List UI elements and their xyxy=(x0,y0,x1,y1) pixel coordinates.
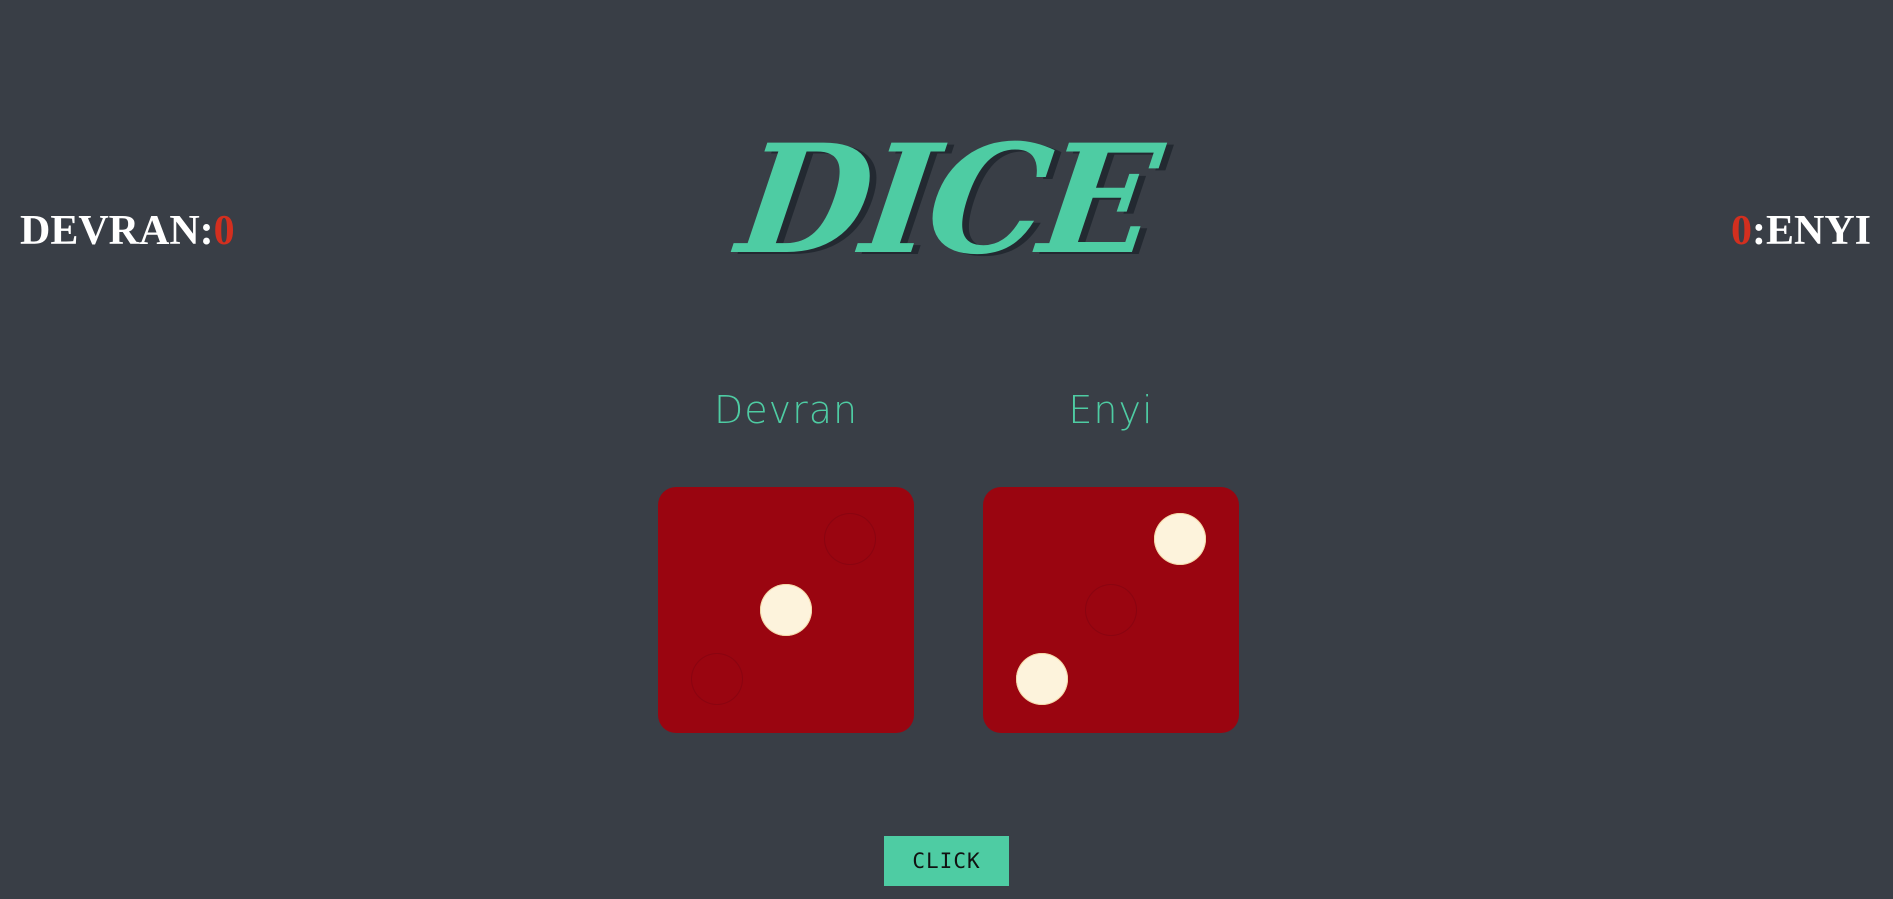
dice-game-page: DEVRAN:0 DICE 0:ENYI Devran Enyi CLICK xyxy=(0,0,1893,899)
score-enyi: 0:ENYI xyxy=(1731,205,1871,257)
die-pip xyxy=(1154,512,1207,565)
die-pip xyxy=(691,653,743,705)
score-enyi-value: 0 xyxy=(1730,208,1752,254)
die-devran xyxy=(658,487,914,733)
die-pip xyxy=(824,513,876,565)
page-title: DICE xyxy=(729,112,1164,288)
player-name-enyi: Enyi xyxy=(1068,388,1154,432)
die-pip xyxy=(760,584,812,636)
roll-dice-button[interactable]: CLICK xyxy=(884,836,1009,886)
die-pip xyxy=(1015,652,1068,705)
score-enyi-label: :ENYI xyxy=(1751,208,1871,254)
die-enyi xyxy=(983,487,1239,733)
die-pip xyxy=(1085,584,1137,636)
player-name-devran: Devran xyxy=(713,388,859,432)
